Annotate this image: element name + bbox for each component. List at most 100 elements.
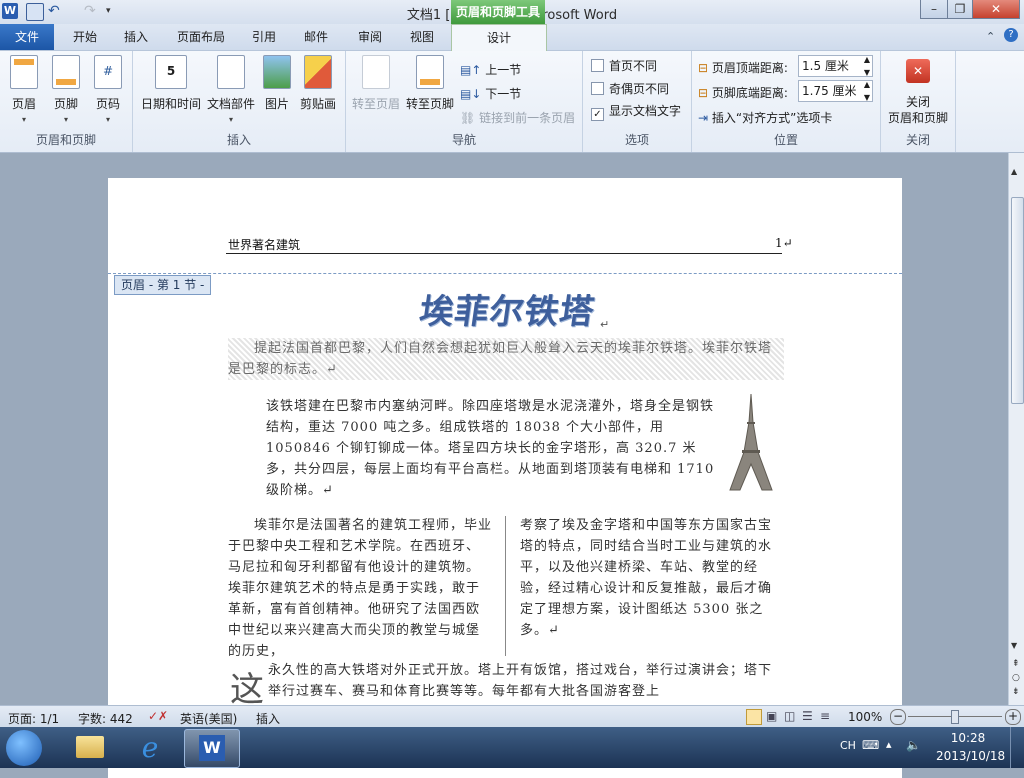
- clock-time[interactable]: 10:28: [938, 731, 998, 745]
- clock-date[interactable]: 2013/10/18: [936, 749, 1005, 763]
- document-page[interactable]: 世界著名建筑 1↵ 页眉 - 第 1 节 - 埃菲尔铁塔 ↵ 提起法国首都巴黎，…: [108, 178, 902, 778]
- language-indicator[interactable]: 英语(美国): [180, 710, 237, 727]
- proofing-icon[interactable]: ✓✗: [148, 709, 168, 723]
- close-window-button[interactable]: ✕: [972, 0, 1020, 19]
- footer-icon: [52, 55, 80, 89]
- right-column-paragraph[interactable]: 考察了埃及金字塔和中国等东方国家古宝塔的特点，同时结合当时工业与建筑的水平，以及…: [520, 515, 782, 641]
- link-to-previous-button[interactable]: ⛓ 链接到前一条页眉: [460, 109, 575, 126]
- group-options: 首页不同 奇偶页不同 ✓ 显示文档文字 选项: [583, 51, 692, 152]
- outline-view-icon[interactable]: ☰: [802, 709, 813, 723]
- input-language[interactable]: CH: [840, 739, 856, 752]
- odd-even-checkbox[interactable]: 奇偶页不同: [591, 80, 669, 97]
- zoom-out-icon[interactable]: −: [890, 709, 906, 725]
- folder-icon: [76, 736, 104, 758]
- group-insert: 5 日期和时间 文档部件 ▾ 图片 剪贴画 插入: [133, 51, 346, 152]
- group-label: 页眉和页脚: [35, 133, 96, 147]
- next-section-button[interactable]: ▤↓ 下一节: [460, 85, 521, 102]
- chevron-down-icon: ▾: [63, 115, 68, 124]
- goto-header-icon: [362, 55, 390, 89]
- word-count[interactable]: 字数: 442: [78, 710, 133, 727]
- page-count[interactable]: 页面: 1/1: [8, 710, 59, 727]
- footer-bottom-distance-input[interactable]: 1.75 厘米 ▲ ▼: [798, 80, 873, 102]
- clip-art-button[interactable]: 剪贴画: [297, 55, 339, 112]
- drop-cap[interactable]: 这: [230, 662, 264, 711]
- ribbon-tab-row: 文件 开始 插入 页面布局 引用 邮件 审阅 视图 设计 ⌃ ?: [0, 24, 1024, 52]
- header-top-distance-input[interactable]: 1.5 厘米 ▲ ▼: [798, 55, 873, 77]
- print-layout-view-icon[interactable]: [746, 709, 762, 725]
- date-time-button[interactable]: 5 日期和时间: [139, 55, 203, 112]
- previous-page-icon[interactable]: ⇞: [1012, 659, 1020, 669]
- show-desktop-button[interactable]: [1010, 727, 1024, 768]
- eiffel-tower-image[interactable]: [728, 392, 774, 492]
- header-page-number[interactable]: 1↵: [775, 236, 793, 250]
- group-navigation: 转至页眉 转至页脚 ▤↑ 上一节 ▤↓ 下一节 ⛓ 链接到前一条页眉 导航: [346, 51, 583, 152]
- full-screen-view-icon[interactable]: ▣: [766, 709, 777, 723]
- close-header-footer-button[interactable]: ✕ 关闭 页眉和页脚: [885, 55, 951, 126]
- tab-mailings[interactable]: 邮件: [296, 24, 336, 50]
- internet-explorer-icon: e: [141, 731, 159, 764]
- goto-header-button[interactable]: 转至页眉: [350, 55, 402, 112]
- tab-design[interactable]: 设计: [451, 24, 547, 52]
- scroll-up-icon[interactable]: ▲: [1011, 167, 1017, 176]
- restore-button[interactable]: ❐: [947, 0, 973, 19]
- quick-parts-icon: [217, 55, 245, 89]
- next-page-icon[interactable]: ⇟: [1012, 687, 1020, 697]
- header-top-distance-text: 页眉顶端距离:: [711, 61, 788, 75]
- intro-paragraph[interactable]: 提起法国首都巴黎，人们自然会想起犹如巨人般耸入云天的埃菲尔铁塔。埃菲尔铁塔是巴黎…: [228, 338, 784, 380]
- header-button-label: 页眉: [11, 97, 36, 111]
- insert-mode-indicator[interactable]: 插入: [256, 710, 280, 727]
- date-time-label: 日期和时间: [140, 97, 201, 111]
- web-view-icon[interactable]: ◫: [784, 709, 795, 723]
- tab-file[interactable]: 文件: [0, 24, 54, 50]
- wordart-title[interactable]: 埃菲尔铁塔: [417, 284, 599, 333]
- volume-icon[interactable]: 🔈: [906, 738, 921, 752]
- different-first-page-checkbox[interactable]: 首页不同: [591, 57, 657, 74]
- footer-button[interactable]: 页脚 ▾: [48, 55, 84, 124]
- vertical-scrollbar[interactable]: ▲ ▼ ⇞ ○ ⇟: [1008, 153, 1024, 705]
- detail-paragraph[interactable]: 该铁塔建在巴黎市内塞纳河畔。除四座塔墩是水泥浇灌外，塔身全是钢铁结构，重达 70…: [266, 396, 718, 501]
- scroll-down-icon[interactable]: ▼: [1011, 641, 1017, 650]
- tab-home[interactable]: 开始: [64, 24, 106, 50]
- quick-parts-button[interactable]: 文档部件 ▾: [205, 55, 257, 124]
- header-top-distance-label: ⊟ 页眉顶端距离:: [698, 59, 788, 76]
- goto-footer-button[interactable]: 转至页脚: [404, 55, 456, 112]
- header-distance-icon: ⊟: [698, 61, 709, 75]
- keyboard-icon[interactable]: ⌨: [862, 738, 879, 752]
- insert-alignment-tab-button[interactable]: ⇥ 插入“对齐方式”选项卡: [698, 109, 832, 126]
- tab-references[interactable]: 引用: [246, 24, 282, 50]
- taskbar-word[interactable]: W: [184, 729, 240, 768]
- header-text[interactable]: 世界著名建筑: [228, 236, 300, 253]
- tab-view[interactable]: 视图: [402, 24, 442, 50]
- scroll-thumb[interactable]: [1011, 197, 1024, 404]
- left-column-paragraph[interactable]: 埃菲尔是法国著名的建筑工程师，毕业于巴黎中央工程和艺术学院。在西班牙、马尼拉和匈…: [228, 515, 492, 662]
- close-label-line1: 关闭: [905, 95, 930, 109]
- zoom-in-icon[interactable]: +: [1005, 709, 1021, 725]
- picture-button[interactable]: 图片: [261, 55, 293, 112]
- word-icon: W: [199, 735, 225, 761]
- minimize-ribbon-icon[interactable]: ⌃: [986, 30, 995, 43]
- tab-insert[interactable]: 插入: [116, 24, 156, 50]
- help-icon[interactable]: ?: [1004, 28, 1018, 42]
- spinner-arrows-icon[interactable]: ▲ ▼: [864, 78, 870, 104]
- header-button[interactable]: 页眉 ▾: [6, 55, 42, 124]
- spinner-arrows-icon[interactable]: ▲ ▼: [864, 53, 870, 79]
- tab-page-layout[interactable]: 页面布局: [170, 24, 232, 50]
- page-number-icon: #: [94, 55, 122, 89]
- taskbar-ie[interactable]: e: [128, 730, 172, 766]
- chevron-down-icon: ▾: [21, 115, 26, 124]
- zoom-slider-thumb[interactable]: [951, 710, 959, 724]
- start-button[interactable]: [6, 730, 42, 766]
- previous-section-button[interactable]: ▤↑ 上一节: [460, 61, 521, 78]
- taskbar-explorer[interactable]: [68, 730, 112, 766]
- tray-expand-icon[interactable]: ▴: [886, 738, 892, 751]
- zoom-level[interactable]: 100%: [848, 710, 882, 724]
- last-paragraph[interactable]: 永久性的高大铁塔对外正式开放。塔上开有饭馆，搭过戏台，举行过演讲会；塔下举行过赛…: [268, 660, 782, 702]
- draft-view-icon[interactable]: ≡: [820, 709, 830, 723]
- browse-object-icon[interactable]: ○: [1012, 673, 1020, 683]
- tab-review[interactable]: 审阅: [350, 24, 390, 50]
- minimize-button[interactable]: –: [920, 0, 948, 19]
- close-red-icon: ✕: [906, 59, 930, 83]
- show-document-text-checkbox[interactable]: ✓ 显示文档文字: [591, 102, 681, 121]
- checkbox-checked-icon: ✓: [591, 108, 604, 121]
- page-number-button[interactable]: # 页码 ▾: [90, 55, 126, 124]
